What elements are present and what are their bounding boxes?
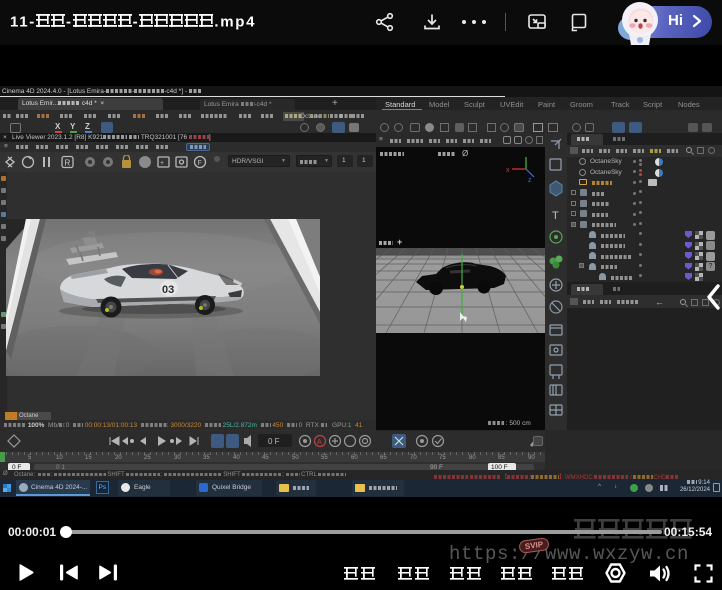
svg-text:A: A: [317, 439, 322, 446]
svg-text:0 F: 0 F: [268, 437, 280, 446]
svg-text:R: R: [65, 159, 71, 168]
svg-text:+: +: [160, 160, 164, 167]
svg-text:03: 03: [162, 284, 174, 296]
svg-text:x: x: [506, 167, 510, 174]
svg-text:z: z: [528, 177, 532, 184]
svg-text:T: T: [552, 210, 559, 222]
svg-text:F: F: [198, 160, 202, 167]
